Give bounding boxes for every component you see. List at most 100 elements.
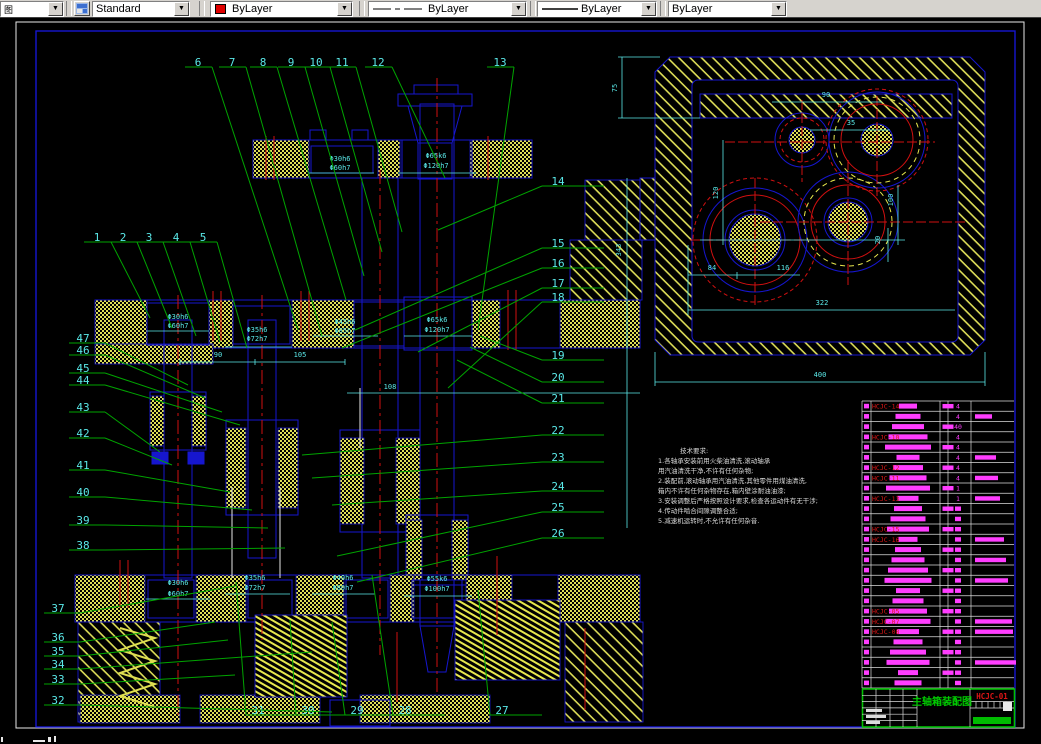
text-style-dropdown[interactable]: Standard ▼ bbox=[92, 1, 190, 17]
bom-remark-blob bbox=[975, 496, 1000, 500]
toolbar-separator bbox=[660, 1, 666, 16]
callout-number-42: 42 bbox=[76, 427, 89, 440]
bom-remark-blob bbox=[975, 455, 996, 459]
bom-material-blob bbox=[943, 589, 954, 593]
bom-parts-table: 4HCJC-144404HCJC-10444HCJC-124HCJC-1111H… bbox=[862, 401, 1016, 688]
dim-text: Φ35h6 bbox=[244, 574, 265, 582]
bom-qty-blob bbox=[955, 548, 961, 552]
bom-seq-blob bbox=[864, 629, 869, 634]
chevron-down-icon[interactable]: ▼ bbox=[511, 2, 526, 16]
callout-leader bbox=[105, 525, 268, 528]
bom-name-blob bbox=[899, 537, 918, 542]
dim-text: 100 bbox=[887, 194, 895, 207]
linetype-value: ByLayer bbox=[425, 3, 468, 15]
color-dropdown[interactable]: ByLayer ▼ bbox=[210, 1, 353, 17]
dim-text: 20 bbox=[874, 236, 882, 244]
drawing-number: HCJC-01 bbox=[976, 692, 1008, 701]
callout-number-36: 36 bbox=[51, 631, 64, 644]
callout-leader bbox=[355, 248, 542, 330]
toolbar-separator bbox=[530, 1, 536, 16]
callout-number-21: 21 bbox=[551, 392, 564, 405]
bom-material-blob bbox=[943, 609, 954, 613]
bom-qty-blob bbox=[955, 507, 961, 511]
callout-number-28: 28 bbox=[398, 704, 411, 717]
dim-text: 105 bbox=[294, 351, 307, 359]
drawing-title: 主轴箱装配图 bbox=[912, 695, 972, 708]
notes-line: 1.各轴承安装前用火柴油清洗,滚动轴承 bbox=[658, 456, 771, 465]
bom-qty: 40 bbox=[954, 423, 962, 431]
dim-text: Φ72h7 bbox=[244, 584, 265, 592]
bom-name-blob bbox=[891, 516, 926, 521]
bom-part-code: HCJC-05 bbox=[872, 608, 899, 616]
dim-text: Φ100h7 bbox=[424, 585, 449, 593]
chevron-down-icon[interactable]: ▼ bbox=[48, 2, 63, 16]
callout-number-4: 4 bbox=[173, 231, 180, 244]
callout-number-27: 27 bbox=[495, 704, 508, 717]
bom-qty-blob bbox=[955, 630, 961, 634]
callout-number-26: 26 bbox=[551, 527, 564, 540]
layer-dropdown[interactable]: 图 ▼ bbox=[0, 1, 64, 17]
callout-number-17: 17 bbox=[551, 277, 564, 290]
bom-seq-blob bbox=[864, 435, 869, 440]
callout-number-22: 22 bbox=[551, 424, 564, 437]
text-style-value: Standard bbox=[93, 3, 141, 15]
callout-number-8: 8 bbox=[260, 56, 267, 69]
bom-remark-blob bbox=[975, 537, 1004, 541]
callout-leader bbox=[478, 67, 514, 330]
color-swatch-red bbox=[215, 4, 226, 14]
callout-number-47: 47 bbox=[76, 332, 89, 345]
technical-notes: 技术要求:1.各轴承安装前用火柴油清洗,滚动轴承用汽油清洗干净,不许有任何杂物;… bbox=[658, 446, 818, 525]
bom-material-blob bbox=[943, 445, 954, 449]
notes-line: 3.安装调整后严格按照设计要求,检查各运动件有无干涉; bbox=[658, 496, 818, 505]
toolbar-separator bbox=[359, 1, 365, 16]
bom-material-blob bbox=[943, 671, 954, 675]
bom-qty: 4 bbox=[956, 433, 960, 441]
callout-leader bbox=[277, 67, 346, 300]
dim-text: 108 bbox=[384, 383, 397, 391]
callout-number-29: 29 bbox=[350, 704, 363, 717]
bom-seq-blob bbox=[864, 527, 869, 532]
spring-washer-stack bbox=[455, 600, 560, 680]
bom-seq-blob bbox=[864, 486, 869, 491]
bom-qty: 4 bbox=[956, 413, 960, 421]
dim-text: 84 bbox=[708, 264, 716, 272]
callout-number-43: 43 bbox=[76, 401, 89, 414]
bom-name-blob bbox=[895, 680, 922, 685]
callout-leader bbox=[105, 548, 285, 550]
bom-seq-blob bbox=[864, 424, 869, 429]
linetype-dropdown[interactable]: ByLayer ▼ bbox=[368, 1, 527, 17]
bom-seq-blob bbox=[864, 404, 869, 409]
callout-number-10: 10 bbox=[309, 56, 322, 69]
bom-material-blob bbox=[943, 425, 954, 429]
callout-number-38: 38 bbox=[76, 539, 89, 552]
bom-name-blob bbox=[897, 455, 920, 460]
bom-name-blob bbox=[898, 670, 918, 675]
dim-text: Φ35h6 bbox=[246, 326, 267, 334]
plotstyle-dropdown[interactable]: ByLayer ▼ bbox=[668, 1, 787, 17]
bom-qty-blob bbox=[955, 681, 961, 685]
dim-text: Φ30h6 bbox=[167, 579, 188, 587]
drawing-canvas[interactable]: 技术要求:1.各轴承安装前用火柴油清洗,滚动轴承用汽油清洗干净,不许有任何杂物;… bbox=[0, 18, 1041, 744]
chevron-down-icon[interactable]: ▼ bbox=[771, 2, 786, 16]
text-style-icon bbox=[76, 3, 88, 14]
chevron-down-icon[interactable]: ▼ bbox=[337, 2, 352, 16]
dim-text: 90 bbox=[822, 91, 830, 99]
chevron-down-icon[interactable]: ▼ bbox=[641, 2, 656, 16]
chevron-down-icon[interactable]: ▼ bbox=[174, 2, 189, 16]
bom-name-blob bbox=[896, 588, 920, 593]
bom-seq-blob bbox=[864, 445, 869, 450]
dim-text: 343 bbox=[615, 244, 623, 257]
dim-text: Φ60h7 bbox=[167, 322, 188, 330]
text-style-icon-button[interactable] bbox=[74, 1, 90, 16]
dim-text: 120 bbox=[712, 187, 720, 200]
dim-text: Φ65k6 bbox=[426, 316, 447, 324]
lineweight-dropdown[interactable]: ByLayer ▼ bbox=[537, 1, 657, 17]
status-text-fragment bbox=[1, 736, 71, 744]
dim-text: 116 bbox=[777, 264, 790, 272]
callout-leader bbox=[105, 470, 230, 492]
callout-number-18: 18 bbox=[551, 291, 564, 304]
dim-text: Φ30h6 bbox=[167, 313, 188, 321]
bom-seq-blob bbox=[864, 599, 869, 604]
notes-line: 箱内不许有任何杂物存在,箱内壁涂耐油油漆; bbox=[658, 486, 786, 495]
bom-qty-blob bbox=[955, 517, 961, 521]
